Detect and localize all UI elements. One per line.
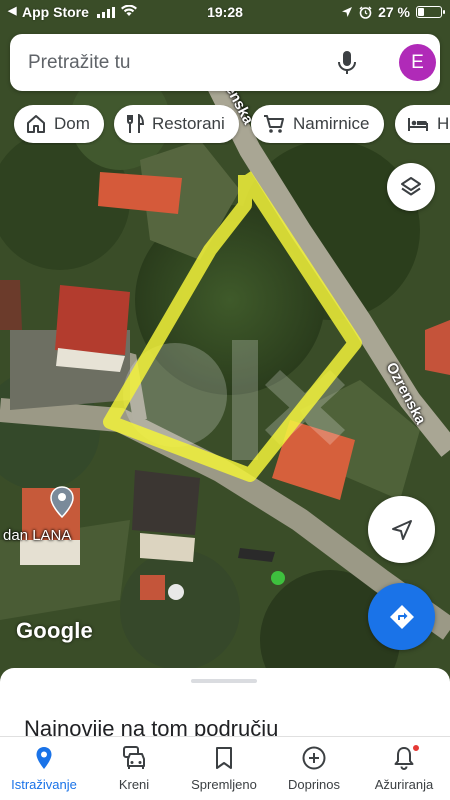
battery-icon xyxy=(416,6,445,18)
chip-restaurants[interactable]: Restorani xyxy=(114,105,239,143)
restaurant-icon xyxy=(127,114,144,133)
status-bar: ◀ App Store 19:28 27 % xyxy=(0,0,450,24)
category-chips: Dom Restorani Namirnice Ho xyxy=(0,105,450,145)
layers-icon xyxy=(401,177,421,196)
directions-button[interactable] xyxy=(368,583,435,650)
satellite-imagery xyxy=(0,0,450,690)
microphone-icon[interactable] xyxy=(336,50,358,76)
search-bar[interactable]: E xyxy=(10,34,440,91)
satellite-map[interactable]: enska Ozrenska dan LANA Google xyxy=(0,0,450,690)
navigation-arrow-icon xyxy=(391,519,412,540)
account-avatar[interactable]: E xyxy=(399,44,436,81)
bottom-navigation: Istraživanje Kreni Spremljeno Doprinos A… xyxy=(0,736,450,800)
alarm-clock-icon xyxy=(359,5,372,19)
commute-car-icon xyxy=(123,746,145,769)
shopping-cart-icon xyxy=(264,115,284,133)
chip-hotels-label: Ho xyxy=(437,114,450,133)
chip-home-label: Dom xyxy=(54,114,90,133)
sheet-drag-handle[interactable] xyxy=(191,679,257,683)
notification-dot xyxy=(412,744,420,752)
nav-explore[interactable]: Istraživanje xyxy=(0,745,89,792)
nav-saved[interactable]: Spremljeno xyxy=(179,745,269,792)
nav-updates[interactable]: Ažuriranja xyxy=(359,744,449,792)
battery-percent: 27 % xyxy=(378,4,410,20)
nav-saved-label: Spremljeno xyxy=(191,777,257,792)
nav-commute[interactable]: Kreni xyxy=(89,745,179,792)
home-icon xyxy=(27,115,45,133)
chip-groceries[interactable]: Namirnice xyxy=(251,105,384,143)
nav-updates-label: Ažuriranja xyxy=(374,777,434,792)
add-circle-icon xyxy=(302,746,326,770)
search-input[interactable] xyxy=(28,49,328,77)
directions-icon xyxy=(389,604,414,629)
place-label[interactable]: dan LANA xyxy=(3,527,71,544)
nav-contribute-label: Doprinos xyxy=(287,777,341,792)
my-location-button[interactable] xyxy=(368,496,435,563)
hotel-bed-icon xyxy=(408,118,428,131)
place-pin-icon[interactable] xyxy=(50,486,74,518)
explore-pin-icon xyxy=(36,747,52,769)
layers-button[interactable] xyxy=(387,163,435,211)
bookmark-icon xyxy=(216,747,232,769)
nav-explore-label: Istraživanje xyxy=(11,777,77,792)
chip-home[interactable]: Dom xyxy=(14,105,104,143)
chip-groceries-label: Namirnice xyxy=(293,114,370,133)
google-logo: Google xyxy=(16,618,93,643)
chip-hotels[interactable]: Ho xyxy=(395,105,450,143)
explore-bottom-sheet[interactable]: Najnovije na tom području xyxy=(0,668,450,740)
chip-restaurants-label: Restorani xyxy=(152,114,225,133)
nav-commute-label: Kreni xyxy=(118,777,150,792)
nav-contribute[interactable]: Doprinos xyxy=(269,745,359,792)
battery-level xyxy=(418,8,424,16)
location-arrow-icon xyxy=(342,7,353,17)
